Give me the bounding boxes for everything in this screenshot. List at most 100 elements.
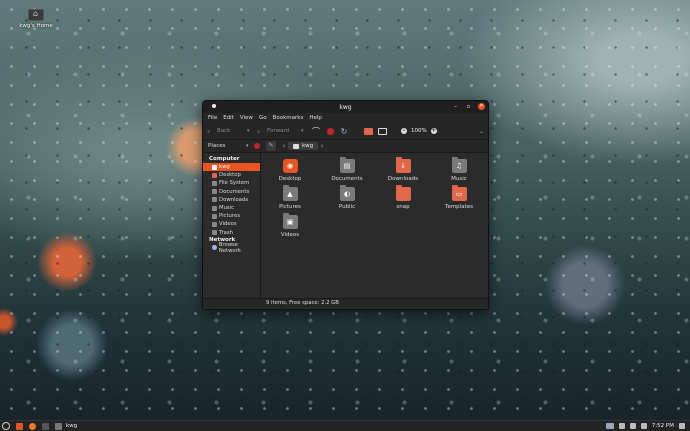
zoom-in-icon[interactable]: + (430, 128, 437, 134)
volume-icon[interactable] (640, 423, 647, 429)
back-history-chevron-icon[interactable]: ▾ (247, 128, 253, 134)
minimize-button[interactable]: – (452, 103, 459, 110)
sidebar-item-label: Downloads (219, 196, 249, 203)
window-title: kwg (339, 103, 352, 111)
firefox-icon[interactable] (29, 422, 36, 430)
sidebar-item-label: Desktop (219, 172, 241, 179)
sidebar-item-file-system[interactable]: File System (203, 179, 260, 187)
side-pane-chevron-icon[interactable]: ▾ (246, 143, 254, 149)
desktop-folder-icon: ◉ (282, 159, 298, 173)
public-folder-icon: ◐ (339, 185, 355, 201)
sidebar: Computer kwg Desktop File System Documen… (203, 153, 261, 298)
templates-folder-icon: ▭ (451, 185, 467, 201)
file-item-desktop[interactable]: ◉ Desktop (273, 159, 307, 182)
file-name: Videos (280, 232, 300, 238)
downloads-folder-icon: ↓ (395, 157, 411, 173)
folder-icon (293, 143, 299, 149)
status-bar: 9 items, Free space: 2.2 GB (203, 298, 488, 308)
file-item-videos[interactable]: ▣ Videos (273, 213, 307, 238)
sidebar-item-label: kwg (219, 164, 230, 171)
zoom-level: 100% (411, 128, 427, 134)
breadcrumb[interactable]: kwg (288, 142, 319, 150)
folder-icon (395, 185, 411, 201)
up-icon[interactable]: ⌒ (311, 126, 321, 136)
menu-help[interactable]: Help (309, 115, 322, 121)
forward-history-chevron-icon[interactable]: ▾ (301, 128, 307, 134)
sidebar-item-label: Trash (219, 229, 233, 236)
menu-edit[interactable]: Edit (223, 115, 234, 121)
stop-button[interactable] (325, 126, 335, 136)
terminal-icon[interactable] (42, 422, 49, 430)
file-item-public[interactable]: ◐ Public (330, 185, 364, 210)
home-button[interactable] (363, 126, 373, 136)
videos-folder-icon: ▣ (282, 213, 298, 229)
file-item-downloads[interactable]: ↓ Downloads (386, 157, 420, 182)
sidebar-item-documents[interactable]: Documents (203, 188, 260, 196)
file-item-documents[interactable]: ▤ Documents (330, 157, 364, 182)
sidebar-item-videos[interactable]: Videos (203, 220, 260, 228)
side-pane-selector[interactable]: Places (203, 143, 246, 149)
forward-button[interactable]: Forward (267, 128, 297, 134)
folder-icon (212, 189, 217, 195)
close-button[interactable]: ✕ (478, 103, 485, 110)
sidebar-item-label: Pictures (219, 213, 240, 220)
file-item-snap[interactable]: snap (386, 185, 420, 210)
sidebar-header-computer: Computer (209, 156, 240, 162)
file-name: Downloads (387, 176, 419, 182)
keyboard-icon[interactable] (605, 423, 614, 429)
desktop-home-icon[interactable]: kwg's Home (18, 9, 54, 29)
menu-file[interactable]: File (208, 115, 217, 121)
taskbar-window-button[interactable]: kwg (55, 422, 115, 430)
notifications-icon[interactable] (679, 423, 685, 429)
sidebar-item-kwg[interactable]: kwg (203, 163, 260, 172)
sidebar-item-trash[interactable]: Trash (203, 229, 260, 237)
sidebar-item-label: Videos (219, 221, 237, 228)
music-folder-icon: ♫ (451, 157, 467, 173)
view-options-chevron-icon[interactable]: ⌄ (479, 128, 484, 135)
computer-icon (377, 127, 387, 135)
maximize-button[interactable]: ▫ (465, 103, 472, 110)
clock[interactable]: 7:52 PM (652, 423, 674, 429)
drive-icon (212, 180, 217, 186)
computer-button[interactable] (377, 126, 387, 136)
forward-arrow-icon[interactable]: › (257, 127, 263, 136)
back-arrow-icon[interactable]: ‹ (207, 127, 213, 136)
sidebar-item-downloads[interactable]: Downloads (203, 196, 260, 204)
file-manager-window: kwg – ▫ ✕ File Edit View Go Bookmarks He… (202, 100, 489, 310)
title-bar[interactable]: kwg – ▫ ✕ (203, 101, 488, 113)
file-name: Templates (445, 204, 473, 210)
crumb-right-arrow-icon[interactable]: › (318, 142, 326, 150)
sidebar-item-label: Music (219, 205, 235, 212)
sidebar-item-label: Browse Network (218, 241, 241, 254)
file-item-templates[interactable]: ▭ Templates (442, 185, 476, 210)
window-menu-icon[interactable] (212, 104, 216, 108)
taskbar: kwg 7:52 PM (0, 420, 690, 431)
zoom-out-icon[interactable]: - (401, 128, 407, 134)
sidebar-item-music[interactable]: Music (203, 204, 260, 212)
show-desktop-icon[interactable] (16, 422, 23, 430)
file-view[interactable]: ◉ Desktop ▤ Documents ↓ Downloads ♫ Musi… (261, 153, 488, 298)
network-tray-icon[interactable] (618, 423, 625, 429)
taskbar-window-label: kwg (66, 423, 78, 429)
menu-bookmarks[interactable]: Bookmarks (273, 115, 304, 121)
folder-icon (212, 197, 217, 203)
sidebar-item-pictures[interactable]: Pictures (203, 212, 260, 220)
menu-view[interactable]: View (240, 115, 253, 121)
file-name: Public (338, 204, 356, 210)
folder-icon (212, 205, 217, 211)
close-pane-icon[interactable] (254, 143, 260, 149)
home-folder-icon (28, 9, 44, 21)
file-item-music[interactable]: ♫ Music (442, 157, 476, 182)
sidebar-item-browse-network[interactable]: Browse Network (203, 241, 260, 254)
start-menu-icon[interactable] (2, 422, 10, 430)
sidebar-item-desktop[interactable]: Desktop (203, 171, 260, 179)
back-button[interactable]: Back (217, 128, 243, 134)
bluetooth-icon[interactable] (629, 423, 636, 429)
crumb-left-arrow-icon[interactable]: ‹ (280, 142, 288, 150)
pictures-folder-icon: ▲ (282, 185, 298, 201)
file-name: snap (396, 204, 410, 210)
file-item-pictures[interactable]: ▲ Pictures (273, 185, 307, 210)
menu-go[interactable]: Go (259, 115, 267, 121)
reload-icon[interactable]: ↻ (339, 126, 349, 136)
edit-location-icon[interactable]: ✎ (266, 141, 276, 151)
